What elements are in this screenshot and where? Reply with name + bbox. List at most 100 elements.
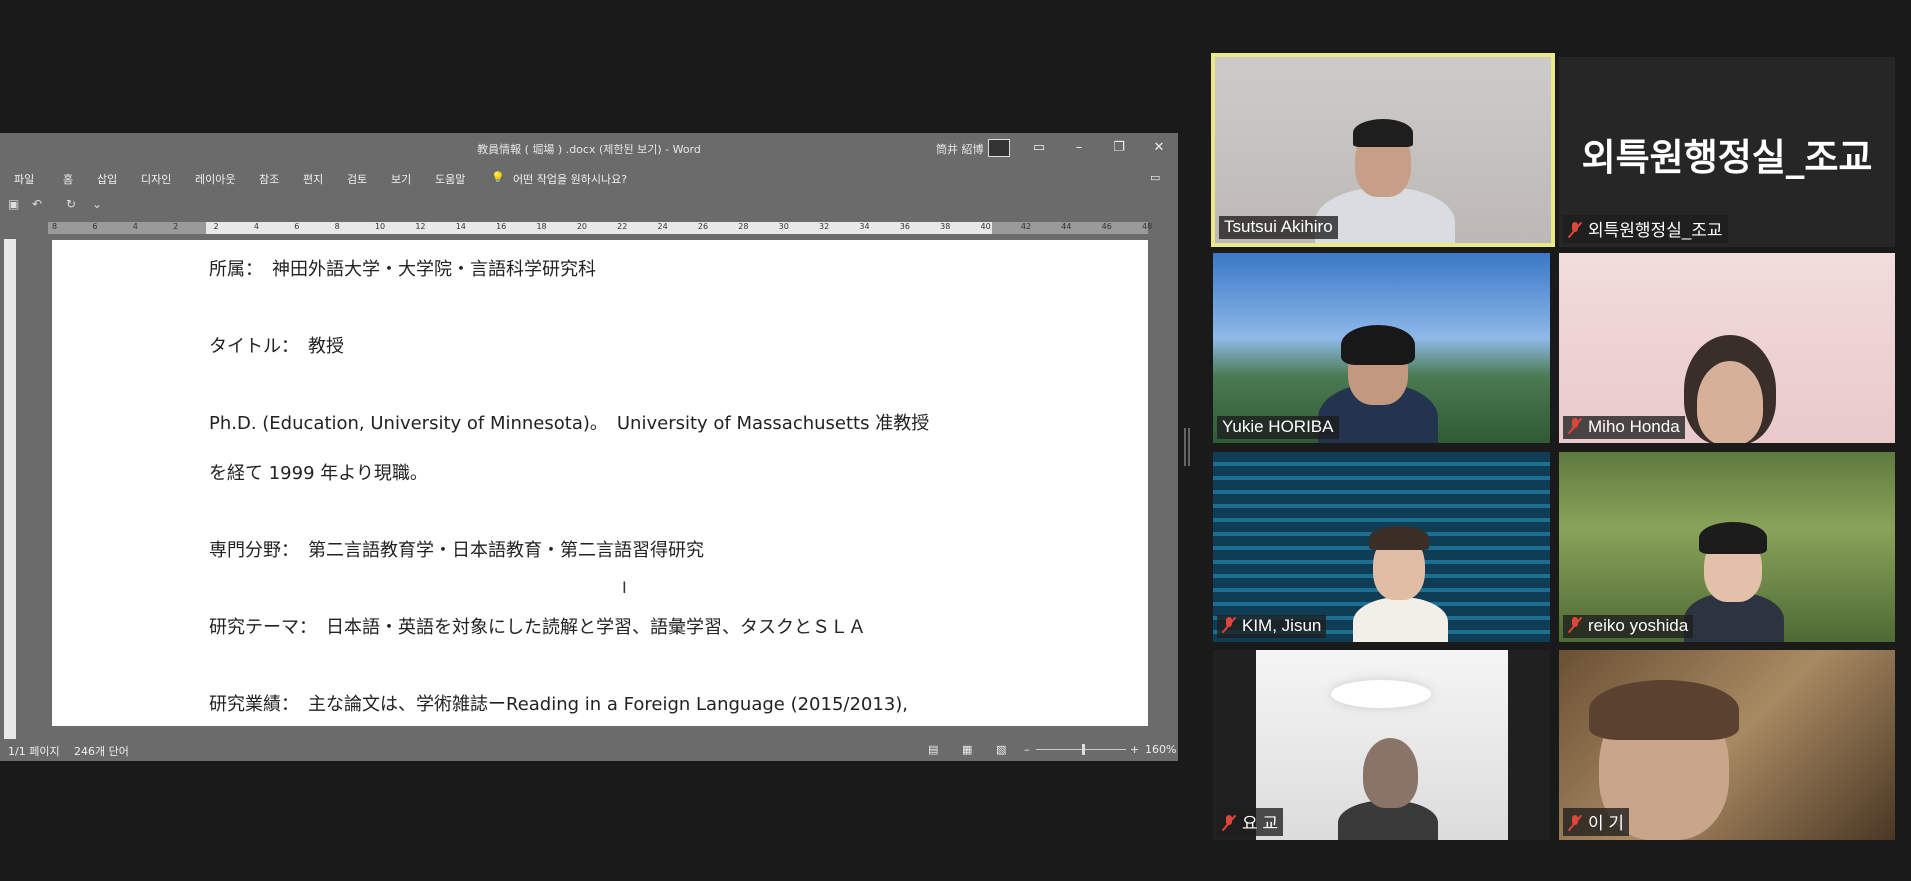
paragraph-publications: 研究業績： 主な論文は、学術雑誌ーReading in a Foreign La… [209,694,909,715]
ruler-tick-label: 36 [899,222,910,231]
shared-screen-word-window: 教員情報 ( 堀場 ) .docx (제한된 보기) - Word 筒井 紹博 … [0,133,1178,761]
video-tile-admin-office[interactable]: 외특원행정실_조교 외특원행정실_조교 [1559,57,1895,247]
ruler-tick-label: 22 [617,222,628,231]
participant-name: 이 기 [1588,814,1625,833]
video-tile-participant-7[interactable]: 요 교 [1213,650,1550,840]
video-tile-miho-honda[interactable]: Miho Honda [1559,253,1895,443]
zoom-in-icon[interactable]: + [1130,743,1139,756]
close-icon[interactable]: ✕ [1146,137,1172,159]
video-tile-participant-8[interactable]: 이 기 [1559,650,1895,840]
ruler-tick-label: 6 [294,222,300,231]
ruler-tick-label: 20 [576,222,587,231]
paragraph-field: 専門分野： 第二言語教育学・日本語教育・第二言語習得研究 [209,540,704,561]
ruler-tick-label: 8 [334,222,340,231]
participant-name: Tsutsui Akihiro [1219,216,1338,239]
page-count: 1/1 페이지 [8,745,60,758]
ruler-tick-label: 12 [415,222,426,231]
ruler-tick-label: 40 [980,222,991,231]
print-layout-icon[interactable]: ▦ [962,743,972,756]
restore-icon[interactable]: ❐ [1106,137,1132,159]
mic-muted-icon [1222,815,1236,831]
paragraph-research-theme: 研究テーマ： 日本語・英語を対象にした読解と学習、語彙学習、タスクとＳＬＡ [209,617,866,638]
tab-view[interactable]: 보기 [391,171,411,187]
zoom-slider-handle[interactable] [1082,744,1085,755]
tab-help[interactable]: 도움말 [435,171,465,187]
participant-name: 요 교 [1242,814,1279,833]
ruler-tick-label: 44 [1061,222,1072,231]
paragraph-title: タイトル： 教授 [209,336,344,357]
ruler-tick-label: 6 [92,222,98,231]
participant-name: 외특원행정실_조교 [1588,221,1723,240]
web-layout-icon[interactable]: ▧ [996,743,1006,756]
ruler-tick-label: 14 [455,222,466,231]
video-tile-yukie-horiba[interactable]: Yukie HORIBA [1213,253,1550,443]
ruler-tick-label: 4 [253,222,259,231]
ruler-tick-label: 2 [213,222,219,231]
mic-muted-icon [1568,418,1582,434]
horizontal-ruler[interactable]: 8 6 4 2 2 4 6 8 10 12 14 16 18 20 22 24 26 28 30 32 34 36 38 40… [0,217,1178,239]
participant-name: KIM, Jisun [1242,616,1322,635]
video-tile-reiko-yoshida[interactable]: reiko yoshida [1559,452,1895,642]
word-count: 246개 단어 [74,745,129,758]
view-splitter-handle[interactable] [1184,428,1190,466]
paragraph-degree-cont: を経て 1999 年より現職。 [209,463,428,484]
save-icon[interactable]: ▣ [8,197,19,211]
paragraph-degree: Ph.D. (Education, University of Minnesot… [209,413,930,434]
undo-icon[interactable]: ↶ [32,197,42,211]
text-cursor-icon: I [622,578,627,597]
ruler-tick-label: 4 [132,222,138,231]
participant-name: Miho Honda [1588,417,1680,436]
tab-design[interactable]: 디자인 [141,171,171,187]
ruler-tick-label: 26 [697,222,709,231]
ruler-tick-label: 8 [52,222,58,231]
ruler-tick-label: 16 [496,222,507,231]
participant-display-label: 외특원행정실_조교 [1581,136,1873,179]
status-bar: 1/1 페이지 246개 단어 ▤ ▦ ▧ – + 160% [0,739,1178,761]
user-avatar [988,139,1010,157]
tab-references[interactable]: 참조 [259,171,279,187]
tell-me-search[interactable]: 어떤 작업을 원하시나요? [513,171,627,187]
participant-name: Yukie HORIBA [1217,416,1339,439]
tab-insert[interactable]: 삽입 [97,171,117,187]
tab-file[interactable]: 파일 [14,171,34,187]
paragraph-affiliation: 所属： 神田外語大学・大学院・言語科学研究科 [209,259,596,280]
tab-review[interactable]: 검토 [347,171,367,187]
tab-layout[interactable]: 레이아웃 [195,171,235,187]
zoom-level[interactable]: 160% [1145,743,1176,756]
video-tile-kim-jisun[interactable]: KIM, Jisun [1213,452,1550,642]
tab-mailings[interactable]: 편지 [303,171,323,187]
mic-muted-icon [1568,617,1582,633]
mic-muted-icon [1568,222,1582,238]
zoom-out-icon[interactable]: – [1024,743,1030,756]
document-page[interactable]: 所属： 神田外語大学・大学院・言語科学研究科 タイトル： 教授 Ph.D. (E… [52,240,1148,726]
ruler-tick-label: 46 [1101,222,1112,231]
ribbon-tabs: 파일 홈 삽입 디자인 레이아웃 참조 편지 검토 보기 도움말 💡 어떤 작업… [0,163,1178,193]
ruler-tick-label: 10 [374,222,386,231]
redo-icon[interactable]: ↻ [66,197,76,211]
comments-icon[interactable]: ▭ [1150,171,1160,184]
mic-muted-icon [1222,617,1236,633]
ruler-tick-label: 30 [778,222,789,231]
ruler-tick-label: 48 [1142,222,1153,231]
ruler-tick-label: 24 [657,222,668,231]
quick-access-toolbar: ▣ ↶ ↻ ⌄ [0,193,1178,217]
customize-toolbar-icon[interactable]: ⌄ [92,197,102,211]
word-title-bar: 教員情報 ( 堀場 ) .docx (제한된 보기) - Word 筒井 紹博 … [0,133,1178,163]
video-tile-tsutsui[interactable]: Tsutsui Akihiro [1211,53,1555,247]
participant-name: reiko yoshida [1588,616,1689,635]
zoom-slider[interactable] [1036,749,1126,750]
ruler-tick-label: 38 [940,222,951,231]
ruler-tick-label: 2 [173,222,179,231]
ruler-tick-label: 32 [819,222,830,231]
ruler-tick-label: 34 [859,222,870,231]
ribbon-display-icon[interactable]: ▭ [1026,137,1052,159]
read-mode-icon[interactable]: ▤ [928,743,938,756]
signed-in-user: 筒井 紹博 [936,143,984,156]
vertical-ruler[interactable] [4,239,16,739]
ruler-tick-label: 28 [738,222,749,231]
lightbulb-icon: 💡 [491,171,505,184]
minimize-icon[interactable]: – [1066,137,1092,159]
ruler-tick-label: 18 [536,222,547,231]
tab-home[interactable]: 홈 [63,171,73,187]
ruler-tick-label: 42 [1020,222,1032,231]
